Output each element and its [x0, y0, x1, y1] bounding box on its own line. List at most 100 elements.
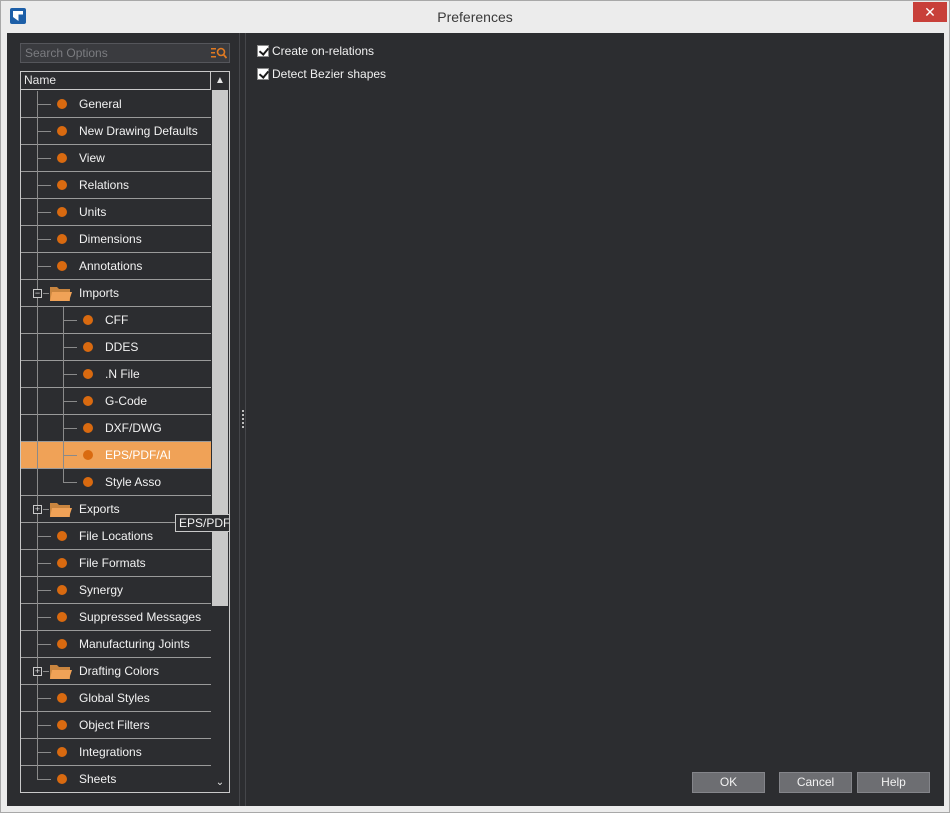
- detect-bezier-checkbox[interactable]: [257, 68, 269, 80]
- bullet-icon: [83, 369, 93, 379]
- bullet-icon: [57, 234, 67, 244]
- detect-bezier-label: Detect Bezier shapes: [272, 67, 387, 81]
- create-on-relations-option[interactable]: Create on-relations: [257, 43, 374, 59]
- tree-row[interactable]: Dimensions: [21, 226, 211, 253]
- help-button[interactable]: Help: [857, 772, 930, 793]
- tree-row[interactable]: Relations: [21, 172, 211, 199]
- search-input[interactable]: [21, 44, 207, 62]
- bullet-icon: [83, 342, 93, 352]
- tree-connector: [37, 469, 38, 496]
- tree-row[interactable]: Units: [21, 199, 211, 226]
- bullet-icon: [57, 612, 67, 622]
- tree-tooltip: EPS/PDF/AI: [175, 514, 229, 532]
- scroll-up-icon[interactable]: ▲: [212, 73, 228, 89]
- create-on-relations-checkbox[interactable]: [257, 45, 269, 57]
- bullet-icon: [57, 99, 67, 109]
- tree-connector: [37, 131, 51, 132]
- tree-row[interactable]: New Drawing Defaults: [21, 118, 211, 145]
- tree-connector: [63, 469, 64, 483]
- close-button[interactable]: ✕: [913, 2, 947, 22]
- tree-connector: [37, 266, 51, 267]
- tree-row[interactable]: EPS/PDF/AI: [21, 442, 211, 469]
- preferences-window: Preferences ✕ Name GeneralNew Dr: [0, 0, 950, 813]
- options-panel: Name General New Drawing Defaults View Rela…: [13, 39, 237, 799]
- tree-row-label: Integrations: [79, 745, 142, 759]
- tree-row-label: File Locations: [79, 529, 154, 543]
- tree-connector: [63, 455, 77, 456]
- expand-icon[interactable]: +: [33, 505, 42, 514]
- tree-row-label: General: [79, 97, 122, 111]
- bullet-icon: [57, 774, 67, 784]
- bullet-icon: [57, 585, 67, 595]
- tree-connector: [63, 428, 77, 429]
- detect-bezier-option[interactable]: Detect Bezier shapes: [257, 66, 386, 82]
- bullet-icon: [57, 558, 67, 568]
- tree-row-label: Relations: [79, 178, 130, 192]
- splitter-grip-icon: [242, 410, 244, 428]
- tree-row-label: EPS/PDF/AI: [105, 448, 172, 462]
- tree-row-label: G-Code: [105, 394, 148, 408]
- search-list-icon[interactable]: [211, 46, 228, 60]
- tree-row-label: .N File: [105, 367, 140, 381]
- bullet-icon: [57, 126, 67, 136]
- cancel-button[interactable]: Cancel: [779, 772, 852, 793]
- tree-row[interactable]: Sheets: [21, 766, 211, 792]
- tree-connector: [37, 766, 38, 780]
- collapse-icon[interactable]: −: [33, 289, 42, 298]
- settings-panel: Create on-relations Detect Bezier shapes…: [247, 33, 944, 806]
- tree-row-label: Dimensions: [79, 232, 142, 246]
- tree-connector: [37, 617, 51, 618]
- tree-row[interactable]: Style Asso: [21, 469, 211, 496]
- tree-row-label: Style Asso: [105, 475, 162, 489]
- tree-row-label: Suppressed Messages: [79, 610, 202, 624]
- tree-connector: [63, 482, 77, 483]
- tree-connector: [37, 239, 51, 240]
- tree-row-label: Exports: [79, 502, 120, 516]
- tree-row[interactable]: Integrations: [21, 739, 211, 766]
- tree-connector: [37, 158, 51, 159]
- tree-row[interactable]: .N File: [21, 361, 211, 388]
- tree-row-label: View: [79, 151, 105, 165]
- tree-folder-row[interactable]: + Drafting Colors: [21, 658, 211, 685]
- tree-connector: [37, 415, 38, 442]
- bullet-icon: [83, 450, 93, 460]
- bullet-icon: [83, 477, 93, 487]
- tree-row[interactable]: View: [21, 145, 211, 172]
- tree-row[interactable]: Suppressed Messages: [21, 604, 211, 631]
- tree-connector: [63, 401, 77, 402]
- scroll-down-icon[interactable]: ⌄: [212, 775, 228, 791]
- dialog-body: Name General New Drawing Defaults View Rela…: [7, 33, 944, 806]
- tree-row[interactable]: Object Filters: [21, 712, 211, 739]
- search-box: [20, 43, 230, 63]
- tree-row[interactable]: CFF: [21, 307, 211, 334]
- folder-icon: [49, 285, 73, 302]
- tree-row-label: Global Styles: [79, 691, 150, 705]
- bullet-icon: [57, 693, 67, 703]
- tree-row[interactable]: G-Code: [21, 388, 211, 415]
- bullet-icon: [83, 396, 93, 406]
- ok-button[interactable]: OK: [692, 772, 765, 793]
- panel-splitter[interactable]: [239, 33, 246, 806]
- tree-column-header[interactable]: Name: [21, 72, 211, 90]
- tree-connector: [37, 212, 51, 213]
- tree-connector: [37, 698, 51, 699]
- tree-row[interactable]: General: [21, 91, 211, 118]
- tree-row[interactable]: DXF/DWG: [21, 415, 211, 442]
- tree-row[interactable]: File Formats: [21, 550, 211, 577]
- tree-row-label: Annotations: [79, 259, 143, 273]
- bullet-icon: [83, 315, 93, 325]
- tree-connector: [37, 442, 38, 469]
- tree-connector: [37, 185, 51, 186]
- expand-icon[interactable]: +: [33, 667, 42, 676]
- tree-row[interactable]: Global Styles: [21, 685, 211, 712]
- tree-row[interactable]: DDES: [21, 334, 211, 361]
- tree-row[interactable]: Annotations: [21, 253, 211, 280]
- tree-row[interactable]: Synergy: [21, 577, 211, 604]
- tree-row-label: DDES: [105, 340, 139, 354]
- tree-row[interactable]: Manufacturing Joints: [21, 631, 211, 658]
- tree-folder-row[interactable]: − Imports: [21, 280, 211, 307]
- tree-scrollbar[interactable]: ▲ ⌄: [211, 72, 229, 792]
- tree-row-label: Object Filters: [79, 718, 150, 732]
- tree-row-label: Imports: [79, 286, 120, 300]
- bullet-icon: [57, 261, 67, 271]
